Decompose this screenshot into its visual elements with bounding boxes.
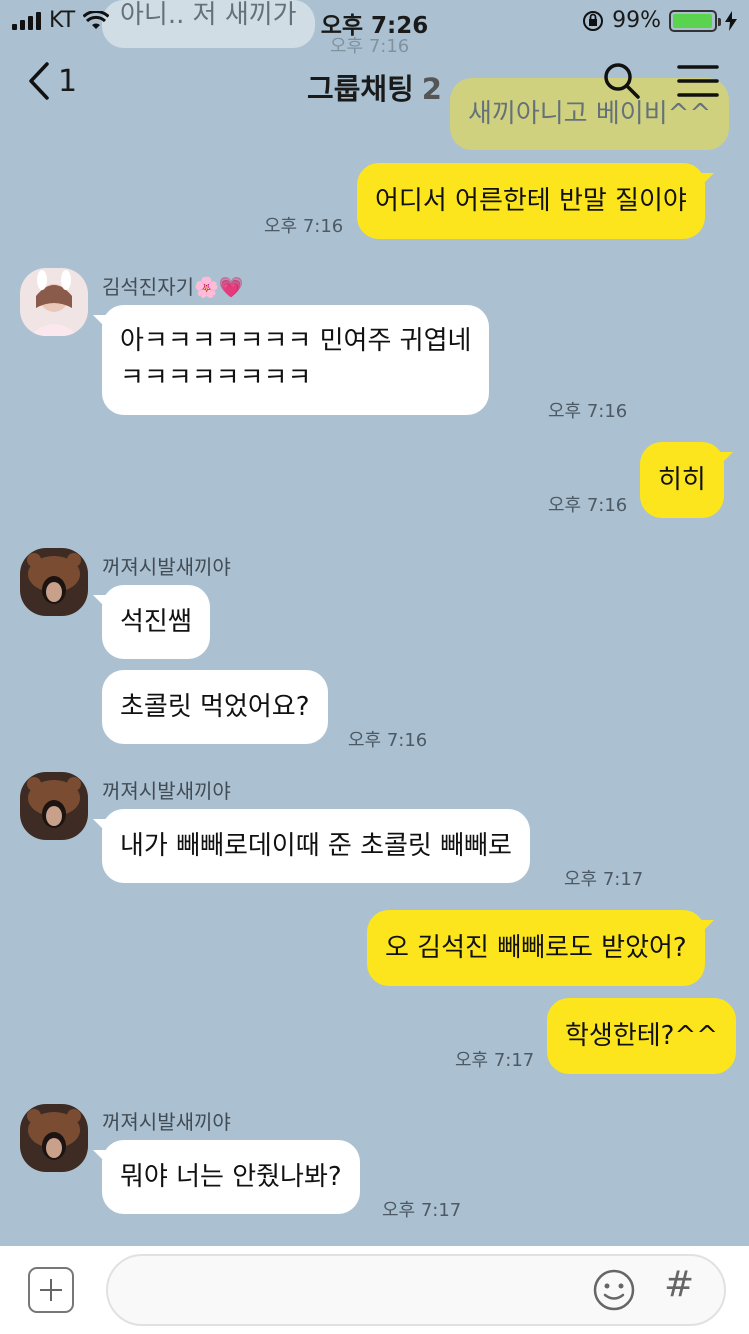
sender-name: 꺼져시발새끼야	[102, 779, 231, 803]
profile-photo-icon	[20, 548, 88, 616]
other-message-bubble[interactable]: 석진쌤	[93, 585, 210, 659]
chat-title-text: 그룹채팅	[307, 72, 414, 106]
message-time: 오후 7:16	[348, 730, 428, 751]
add-attachment-button[interactable]	[28, 1267, 74, 1313]
menu-icon[interactable]	[677, 64, 719, 98]
sender-name: 김석진자기🌸💗	[102, 275, 244, 299]
profile-photo-icon	[20, 268, 88, 336]
profile-photo-icon	[20, 1104, 88, 1172]
message-time: 오후 7:16	[548, 401, 628, 422]
other-message-bubble[interactable]: 뭐야 너는 안줬나봐?	[93, 1140, 360, 1214]
avatar[interactable]	[20, 268, 88, 336]
battery-percent: 99%	[612, 8, 661, 33]
avatar[interactable]	[20, 1104, 88, 1172]
search-icon[interactable]	[603, 62, 641, 100]
message-input-container: #	[106, 1254, 726, 1326]
my-message-bubble[interactable]: 어디서 어른한테 반말 질이야	[357, 163, 714, 239]
flower-emoji-icon: 🌸	[194, 275, 219, 299]
chat-header: 1 그룹채팅 2	[0, 40, 749, 128]
orientation-lock-icon	[583, 10, 604, 31]
profile-photo-icon	[20, 772, 88, 840]
message-time: 오후 7:16	[548, 495, 628, 516]
message-input[interactable]	[132, 1256, 592, 1324]
heart-emoji-icon: 💗	[218, 275, 244, 299]
emoji-icon[interactable]	[592, 1268, 636, 1312]
battery-icon	[669, 9, 721, 32]
my-message-bubble[interactable]: 학생한테?^^	[547, 998, 737, 1074]
avatar[interactable]	[20, 772, 88, 840]
hashtag-button[interactable]: #	[664, 1264, 694, 1305]
other-message-bubble[interactable]: 내가 빼빼로데이때 준 초콜릿 빼빼로	[93, 809, 530, 883]
message-time: 오후 7:17	[382, 1200, 462, 1221]
avatar[interactable]	[20, 548, 88, 616]
message-time: 오후 7:17	[564, 869, 644, 890]
status-bar: KT 오후 7:26 99%	[0, 0, 749, 40]
other-message-bubble[interactable]: 아ㅋㅋㅋㅋㅋㅋㅋ 민여주 귀엽네 ㅋㅋㅋㅋㅋㅋㅋㅋ	[92, 305, 490, 415]
sender-name: 꺼져시발새끼야	[102, 555, 231, 579]
message-time: 오후 7:16	[264, 216, 344, 237]
my-message-bubble[interactable]: 오 김석진 빼빼로도 받았어?	[367, 910, 714, 986]
input-bar: #	[0, 1246, 749, 1334]
other-message-bubble[interactable]: 초콜릿 먹었어요?	[102, 670, 328, 744]
message-time: 오후 7:17	[455, 1050, 535, 1071]
member-count: 2	[421, 72, 442, 106]
sender-name: 꺼져시발새끼야	[102, 1110, 231, 1134]
charging-bolt-icon	[725, 10, 737, 31]
my-message-bubble[interactable]: 히히	[640, 442, 733, 518]
